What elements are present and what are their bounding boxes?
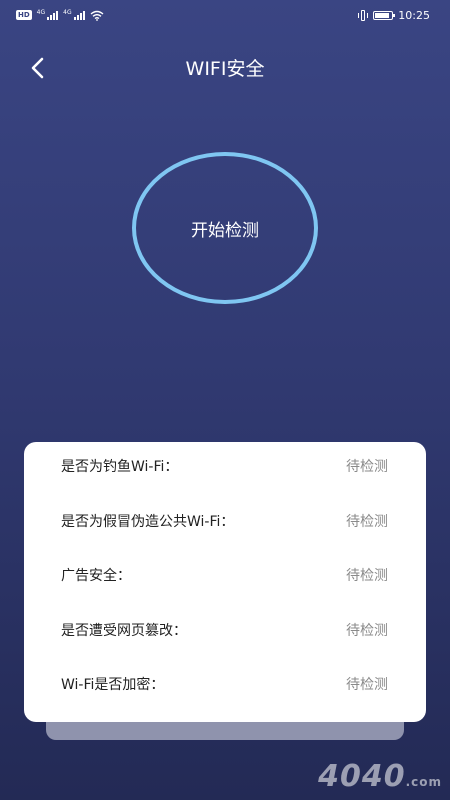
result-label: Wi-Fi是否加密： [61,677,165,693]
signal-icon: 4G [36,9,59,20]
start-scan-label: 开始检测 [191,220,259,241]
wifi-icon [90,10,104,21]
network-type-label: 4G [63,9,72,16]
battery-icon [373,10,396,20]
start-scan-button[interactable]: 开始检测 [132,152,318,304]
result-label: 广告安全： [61,568,131,584]
watermark-logo: 4040.com [318,759,442,794]
status-left: HD 4G 4G [16,10,104,21]
status-bar: HD 4G 4G 10:25 [0,0,450,30]
watermark-suffix: .com [405,775,442,789]
vibrate-icon [358,9,369,21]
result-row-page-tamper: 是否遭受网页篡改： 待检测 [61,618,388,642]
page-title: WIFI安全 [185,58,265,80]
result-card: 是否为钓鱼Wi-Fi： 待检测 是否为假冒伪造公共Wi-Fi： 待检测 广告安全… [24,442,426,722]
hd-badge: HD [16,10,32,20]
status-right: 10:25 [358,9,430,22]
result-row-fake-public: 是否为假冒伪造公共Wi-Fi： 待检测 [61,509,388,533]
signal-icon: 4G [63,9,85,20]
result-row-encryption: Wi-Fi是否加密： 待检测 [61,672,388,696]
result-status: 待检测 [346,677,388,693]
result-row-phishing: 是否为钓鱼Wi-Fi： 待检测 [61,454,388,478]
result-label: 是否为钓鱼Wi-Fi： [61,459,179,475]
network-type-label: 4G [36,9,46,16]
result-status: 待检测 [346,514,388,530]
watermark-main: 4040 [318,759,406,794]
result-label: 是否为假冒伪造公共Wi-Fi： [61,514,235,530]
result-row-ad-security: 广告安全： 待检测 [61,563,388,587]
result-status: 待检测 [346,568,388,584]
result-status: 待检测 [346,459,388,475]
result-label: 是否遭受网页篡改： [61,623,187,639]
status-time: 10:25 [398,8,430,22]
result-status: 待检测 [346,623,388,639]
wifi-security-screen: HD 4G 4G 10:25 WIFI安全 开始检测 是否为钓鱼Wi-Fi： 待… [0,0,450,800]
